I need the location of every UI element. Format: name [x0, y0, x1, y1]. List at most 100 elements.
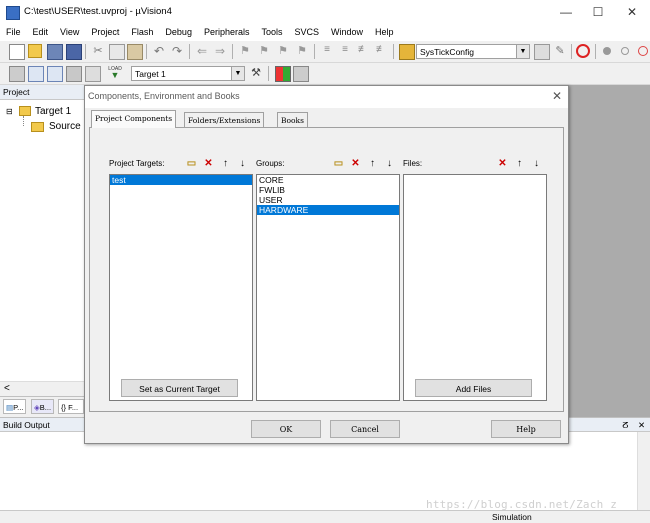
- tools-icon[interactable]: ✎: [553, 44, 567, 58]
- project-hscrollbar[interactable]: <: [0, 381, 84, 396]
- download-icon[interactable]: LOAD ▼: [108, 66, 122, 80]
- close-window-button[interactable]: ✕: [617, 2, 647, 22]
- rebuild-icon[interactable]: [47, 66, 63, 82]
- cut-icon[interactable]: ✂: [91, 44, 105, 58]
- delete-file-icon[interactable]: ✕: [496, 157, 509, 170]
- find-in-files-icon[interactable]: [399, 44, 415, 60]
- move-down-file-icon[interactable]: ↓: [530, 157, 543, 170]
- targets-label: Project Targets:: [109, 159, 165, 168]
- unindent-icon[interactable]: ≡: [338, 44, 352, 58]
- new-file-icon[interactable]: [9, 44, 25, 60]
- menu-bar: File Edit View Project Flash Debug Peripherals…: [0, 24, 650, 41]
- build-output-vscrollbar[interactable]: [637, 432, 650, 510]
- find-icon[interactable]: [534, 44, 550, 60]
- disable-breakpoint-icon[interactable]: [621, 47, 629, 55]
- cancel-button[interactable]: Cancel: [330, 420, 400, 438]
- clear-bookmarks-icon[interactable]: ⚑: [295, 44, 309, 58]
- uncomment-icon[interactable]: ≢: [374, 44, 388, 58]
- debug-session-icon[interactable]: [576, 44, 590, 58]
- group-list-item[interactable]: CORE: [257, 175, 399, 185]
- groups-list[interactable]: CORE FWLIB USER HARDWARE: [256, 174, 400, 401]
- select-packs-icon[interactable]: [293, 66, 309, 82]
- tab-books[interactable]: ◈B...: [31, 399, 55, 414]
- open-folder-icon[interactable]: [28, 44, 42, 58]
- move-up-file-icon[interactable]: ↑: [513, 157, 526, 170]
- delete-group-icon[interactable]: ✕: [349, 157, 362, 170]
- group-list-item[interactable]: HARDWARE: [257, 205, 399, 215]
- project-panel-header: Project: [0, 85, 84, 100]
- set-current-target-button[interactable]: Set as Current Target: [121, 379, 238, 397]
- indent-icon[interactable]: ≡: [320, 44, 334, 58]
- function-combo[interactable]: SysTickConfig ▼: [416, 44, 530, 59]
- target-list-item[interactable]: test: [110, 175, 252, 185]
- menu-view[interactable]: View: [54, 24, 85, 41]
- minimize-button[interactable]: —: [551, 2, 581, 22]
- kill-breakpoints-icon[interactable]: [638, 46, 648, 56]
- manage-components-icon[interactable]: [275, 66, 291, 82]
- menu-tools[interactable]: Tools: [255, 24, 288, 41]
- save-icon[interactable]: [47, 44, 63, 60]
- targets-header: Project Targets: ▭ ✕ ↑ ↓: [109, 157, 251, 170]
- tree-expander-icon[interactable]: ⊟: [6, 107, 13, 116]
- menu-edit[interactable]: Edit: [27, 24, 55, 41]
- move-down-group-icon[interactable]: ↓: [383, 157, 396, 170]
- batch-build-icon[interactable]: [66, 66, 82, 82]
- menu-help[interactable]: Help: [369, 24, 400, 41]
- move-down-target-icon[interactable]: ↓: [236, 157, 249, 170]
- chevron-down-icon[interactable]: ▼: [231, 67, 244, 80]
- chevron-down-icon[interactable]: ▼: [516, 45, 529, 58]
- group-list-item[interactable]: FWLIB: [257, 185, 399, 195]
- tab-books-dialog[interactable]: Books: [277, 112, 308, 127]
- tree-item-target[interactable]: Target 1: [35, 106, 71, 117]
- undo-icon[interactable]: ↶: [152, 44, 166, 58]
- menu-window[interactable]: Window: [325, 24, 369, 41]
- nav-back-icon[interactable]: ⇐: [195, 44, 209, 58]
- target-combo[interactable]: Target 1 ▼: [131, 66, 245, 81]
- save-all-icon[interactable]: [66, 44, 82, 60]
- close-build-output-icon[interactable]: ✕: [638, 418, 645, 433]
- tab-project-label: P...: [13, 403, 24, 412]
- menu-flash[interactable]: Flash: [125, 24, 159, 41]
- move-up-group-icon[interactable]: ↑: [366, 157, 379, 170]
- new-group-icon[interactable]: ▭: [332, 157, 345, 170]
- tree-item-source[interactable]: Source: [49, 121, 81, 132]
- menu-peripherals[interactable]: Peripherals: [198, 24, 256, 41]
- build-icon[interactable]: [28, 66, 44, 82]
- redo-icon[interactable]: ↷: [170, 44, 184, 58]
- prev-bookmark-icon[interactable]: ⚑: [257, 44, 271, 58]
- move-up-target-icon[interactable]: ↑: [219, 157, 232, 170]
- files-list[interactable]: [403, 174, 547, 401]
- tab-project-components[interactable]: Project Components: [91, 110, 177, 128]
- help-button[interactable]: Help: [491, 420, 561, 438]
- tab-project[interactable]: ▤P...: [3, 399, 27, 414]
- delete-target-icon[interactable]: ✕: [202, 157, 215, 170]
- add-files-button[interactable]: Add Files: [415, 379, 532, 397]
- scroll-left-icon[interactable]: <: [4, 382, 10, 396]
- tab-folders-extensions[interactable]: Folders/Extensions: [184, 112, 265, 127]
- tab-functions-label: {} F...: [61, 403, 79, 412]
- targets-list[interactable]: test: [109, 174, 253, 401]
- comment-icon[interactable]: ≢: [356, 44, 370, 58]
- group-list-item[interactable]: USER: [257, 195, 399, 205]
- copy-icon[interactable]: [109, 44, 125, 60]
- bookmark-icon[interactable]: ⚑: [238, 44, 252, 58]
- target-options-icon[interactable]: ⚒: [249, 66, 263, 80]
- ok-button[interactable]: OK: [251, 420, 321, 438]
- new-target-icon[interactable]: ▭: [185, 157, 198, 170]
- menu-debug[interactable]: Debug: [159, 24, 198, 41]
- next-bookmark-icon[interactable]: ⚑: [276, 44, 290, 58]
- nav-forward-icon[interactable]: ⇒: [213, 44, 227, 58]
- maximize-button[interactable]: ☐: [583, 2, 613, 22]
- pin-icon[interactable]: ⵒ: [622, 418, 628, 433]
- menu-project[interactable]: Project: [85, 24, 125, 41]
- menu-file[interactable]: File: [0, 24, 27, 41]
- paste-icon[interactable]: [127, 44, 143, 60]
- folder-icon: [31, 122, 44, 132]
- stop-build-icon[interactable]: [85, 66, 101, 82]
- translate-icon[interactable]: [9, 66, 25, 82]
- menu-svcs[interactable]: SVCS: [289, 24, 326, 41]
- components-dialog: Components, Environment and Books ✕ Proj…: [84, 85, 569, 444]
- breakpoint-icon[interactable]: [603, 47, 611, 55]
- tab-functions[interactable]: {} F...: [58, 399, 84, 414]
- dialog-close-button[interactable]: ✕: [552, 89, 562, 103]
